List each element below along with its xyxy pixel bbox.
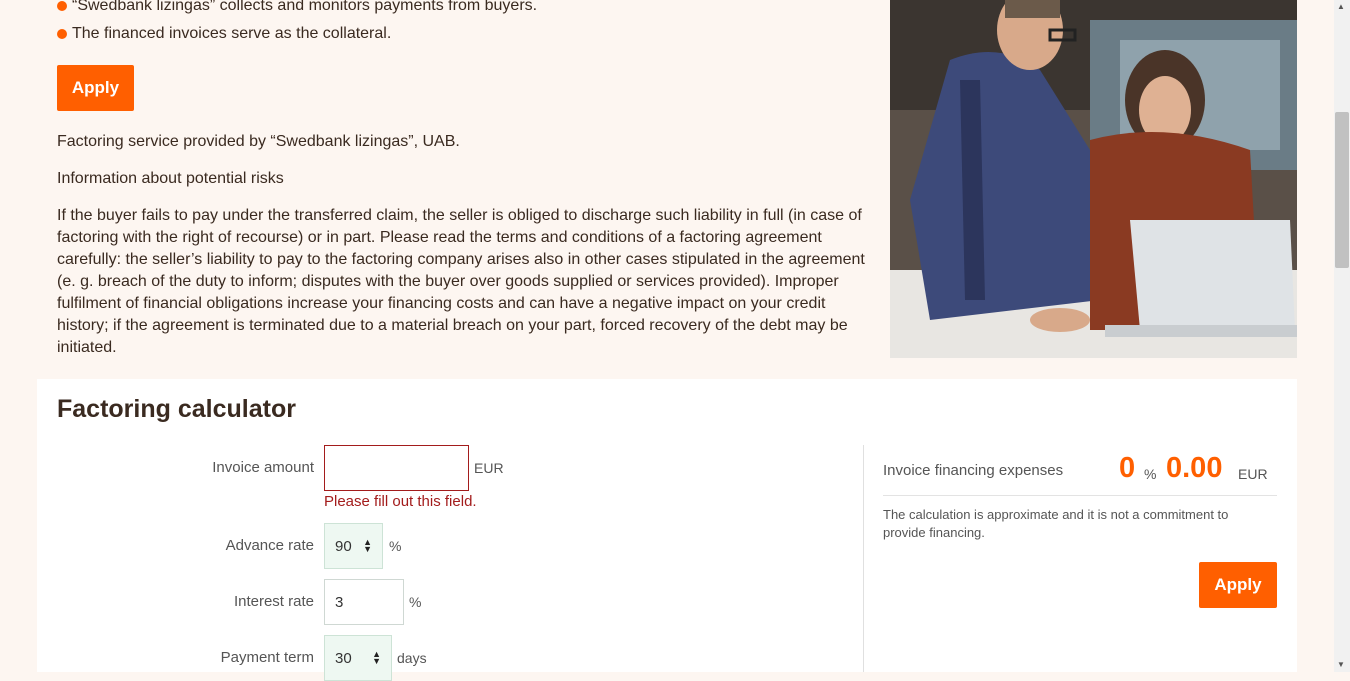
hero-photo (890, 0, 1297, 358)
interest-rate-label: Interest rate (233, 593, 314, 610)
invoice-amount-label: Invoice amount (212, 459, 314, 476)
disclaimer-note: The calculation is approximate and it is… (883, 507, 1229, 540)
advance-rate-select[interactable]: 90 ▲ ▼ (324, 523, 383, 569)
list-item: The financed invoices serve as the colla… (57, 20, 537, 48)
spinner-arrows-icon: ▲ ▼ (363, 537, 372, 554)
interest-rate-unit: % (409, 594, 422, 610)
invoice-amount-error: Please fill out this field. (324, 493, 477, 510)
advance-rate-unit: % (389, 538, 402, 554)
bullet-dot-icon (57, 29, 67, 39)
expenses-label: Invoice financing expenses (883, 462, 1064, 479)
risks-heading: Information about potential risks (57, 170, 284, 187)
expenses-percent-unit: % (1144, 466, 1157, 482)
payment-term-label: Payment term (220, 649, 314, 666)
risks-text: If the buyer fails to pay under the tran… (57, 207, 865, 356)
payment-term-unit: days (397, 650, 427, 666)
interest-rate-input[interactable]: 3 (324, 579, 404, 625)
spinner-arrows-icon: ▲ ▼ (372, 649, 381, 666)
scroll-up-icon[interactable]: ▲ (1337, 2, 1345, 11)
info-section: “Swedbank lizingas” collects and monitor… (0, 0, 1334, 378)
list-item: “Swedbank lizingas” collects and monitor… (57, 0, 537, 20)
benefit-list: “Swedbank lizingas” collects and monitor… (57, 0, 537, 48)
scrollbar-thumb[interactable] (1335, 112, 1349, 268)
divider (883, 495, 1277, 496)
provider-text: Factoring service provided by “Swedbank … (57, 133, 460, 150)
expenses-amount-value: 0.00 (1166, 452, 1223, 484)
expenses-percent-value: 0 (1119, 452, 1136, 484)
factoring-calculator: Factoring calculator Invoice amount EUR … (37, 379, 1297, 681)
bullet-dot-icon (57, 1, 67, 11)
divider (863, 445, 864, 672)
payment-term-select[interactable]: 30 ▲ ▼ (324, 635, 392, 681)
advance-rate-label: Advance rate (225, 537, 314, 554)
scroll-down-icon[interactable]: ▼ (1337, 660, 1345, 669)
calculator-title: Factoring calculator (57, 395, 296, 423)
apply-button[interactable]: Apply (57, 65, 134, 111)
invoice-amount-unit: EUR (474, 460, 504, 476)
invoice-amount-input[interactable] (324, 445, 469, 491)
scrollbar[interactable] (1334, 0, 1350, 672)
expenses-amount-unit: EUR (1238, 466, 1268, 482)
calculator-apply-button[interactable]: Apply (1199, 562, 1277, 608)
